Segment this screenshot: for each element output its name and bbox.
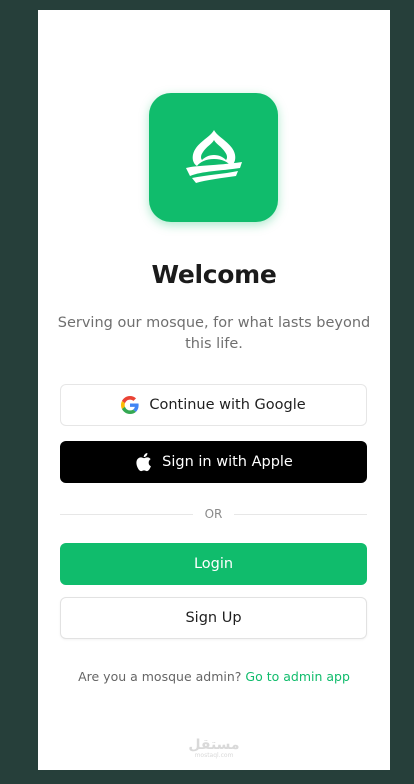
divider-text: OR <box>204 507 223 521</box>
login-button-label: Login <box>193 556 234 572</box>
admin-prompt-row: Are you a mosque admin? Go to admin app <box>38 669 390 684</box>
login-card: Welcome Serving our mosque, for what las… <box>38 10 390 770</box>
watermark-arabic: مستقل <box>188 737 240 753</box>
watermark-latin: mostaql.com <box>194 752 234 759</box>
admin-prompt-text: Are you a mosque admin? <box>78 669 242 684</box>
watermark: مستقل mostaql.com <box>38 738 390 760</box>
signup-button-label: Sign Up <box>185 610 242 626</box>
signup-button[interactable]: Sign Up <box>60 597 367 639</box>
admin-app-link[interactable]: Go to admin app <box>245 669 350 684</box>
apple-icon <box>134 452 152 472</box>
google-signin-button[interactable]: Continue with Google <box>60 384 367 426</box>
login-button[interactable]: Login <box>60 543 367 585</box>
google-button-label: Continue with Google <box>149 397 306 413</box>
apple-signin-button[interactable]: Sign in with Apple <box>60 441 367 483</box>
or-divider: OR <box>60 506 368 522</box>
page-title: Welcome <box>151 260 277 289</box>
app-logo <box>149 93 278 222</box>
subtitle: Serving our mosque, for what lasts beyon… <box>57 315 371 352</box>
mosque-dome-icon <box>185 129 242 183</box>
divider-line-left <box>60 513 193 515</box>
divider-line-right <box>234 513 368 515</box>
apple-button-label: Sign in with Apple <box>162 454 293 470</box>
google-icon <box>121 396 139 414</box>
